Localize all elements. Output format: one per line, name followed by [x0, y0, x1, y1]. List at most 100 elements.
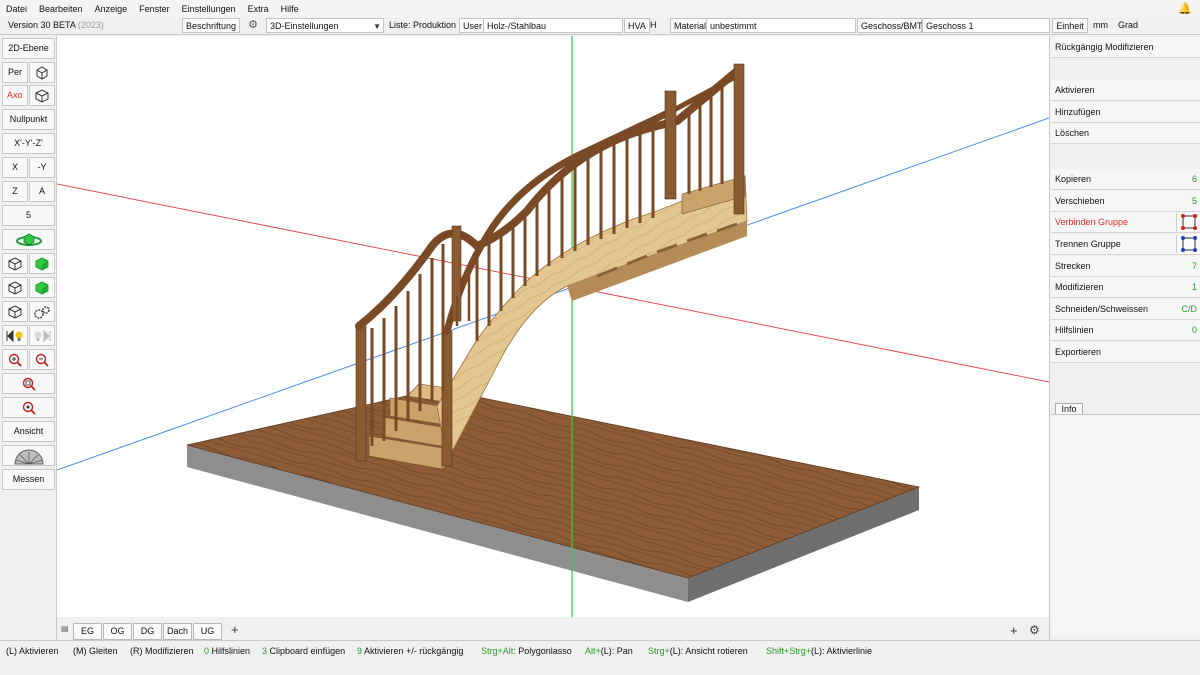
- view-5-button[interactable]: 5: [2, 205, 55, 226]
- 3d-viewport[interactable]: [57, 36, 1049, 617]
- protractor-icon[interactable]: [2, 445, 55, 466]
- x-view-button[interactable]: X: [2, 157, 28, 178]
- left-tool-panel: 2D-Ebene Per Axo Nullpunkt X'-Y'-Z' X -Y…: [0, 36, 57, 640]
- unit-angle: Grad: [1118, 20, 1139, 30]
- action-exportieren[interactable]: Exportieren: [1051, 342, 1200, 363]
- hint-aktivieren: (L) Aktivieren: [6, 646, 59, 656]
- wireframe-cube-2-icon[interactable]: [2, 277, 28, 298]
- hint-aktivierlinie: Shift+Strg+(L): Aktivierlinie: [766, 646, 873, 656]
- action-modifizieren[interactable]: Modifizieren 1: [1051, 277, 1200, 298]
- action-shortcut: 7: [1191, 261, 1197, 271]
- rotate-view-icon[interactable]: [2, 229, 55, 250]
- info-panel: [1051, 414, 1200, 636]
- material-value-field[interactable]: unbestimmt: [706, 18, 856, 33]
- solid-green-cube-icon[interactable]: [29, 253, 55, 274]
- action-label: Hilfslinien: [1055, 325, 1094, 335]
- solid-green-cube-2-icon[interactable]: [29, 277, 55, 298]
- action-shortcut: 1: [1191, 282, 1197, 292]
- status-bar: (L) Aktivieren (M) Gleiten (R) Modifizie…: [0, 640, 1200, 675]
- wireframe-cube-icon[interactable]: [2, 253, 28, 274]
- tab-ug[interactable]: UG: [193, 623, 222, 640]
- hint-clipboard: 3 Clipboard einfügen: [262, 646, 346, 656]
- tab-dg[interactable]: DG: [133, 623, 162, 640]
- menu-einstellungen[interactable]: Einstellungen: [182, 4, 236, 14]
- gear-icon[interactable]: ⚙: [1029, 623, 1040, 637]
- zoom-all-icon[interactable]: [2, 397, 55, 418]
- perspective-cube-icon[interactable]: [29, 62, 55, 83]
- floor-tabs-bar: ▤ EG OG DG Dach UG + + ⚙: [57, 622, 1049, 640]
- neg-y-view-button[interactable]: -Y: [29, 157, 55, 178]
- liste-label[interactable]: Liste: Produktion: [387, 18, 458, 33]
- a-view-button[interactable]: A: [29, 181, 55, 202]
- ansicht-button[interactable]: Ansicht: [2, 421, 55, 442]
- beschriftung-button[interactable]: Beschriftung: [182, 18, 240, 33]
- tab-dach[interactable]: Dach: [163, 623, 192, 640]
- menu-anzeige[interactable]: Anzeige: [95, 4, 128, 14]
- hint-aktivieren-undo: 9 Aktivieren +/- rückgängig: [357, 646, 464, 656]
- floor-slab: [186, 388, 921, 602]
- unit-length: mm: [1093, 20, 1108, 30]
- view-settings-value: 3D-Einstellungen: [270, 21, 339, 31]
- axo-button[interactable]: Axo: [2, 85, 28, 106]
- add-tab-icon[interactable]: +: [231, 622, 239, 637]
- hint-modifizieren: (R) Modifizieren: [130, 646, 194, 656]
- next-light-icon[interactable]: [29, 325, 55, 346]
- tabs-menu-icon[interactable]: ▤: [61, 624, 69, 633]
- bell-icon[interactable]: 🔔: [1178, 2, 1192, 15]
- menu-fenster[interactable]: Fenster: [139, 4, 170, 14]
- einheit-button[interactable]: Einheit: [1052, 18, 1088, 33]
- action-loeschen[interactable]: Löschen: [1051, 123, 1200, 144]
- perspective-button[interactable]: Per: [2, 62, 28, 83]
- hint-hilfslinien: 0 Hilfslinien: [204, 646, 251, 656]
- action-label: Verschieben: [1055, 196, 1105, 206]
- zoom-window-icon[interactable]: [2, 373, 55, 394]
- action-hilfslinien[interactable]: Hilfslinien 0: [1051, 320, 1200, 341]
- messen-button[interactable]: Messen: [2, 469, 55, 490]
- plus-icon[interactable]: +: [1010, 623, 1018, 638]
- action-label: Löschen: [1055, 128, 1090, 138]
- right-action-panel: Rückgängig Modifizieren Aktivieren Hinzu…: [1049, 36, 1200, 640]
- action-undo-modify[interactable]: Rückgängig Modifizieren: [1051, 37, 1200, 58]
- group-split-icon[interactable]: [1176, 235, 1200, 253]
- zoom-in-icon[interactable]: [2, 349, 28, 370]
- action-verschieben[interactable]: Verschieben 5: [1051, 191, 1200, 212]
- gears-icon[interactable]: [29, 301, 55, 322]
- z-view-button[interactable]: Z: [2, 181, 28, 202]
- version-text: Version 30 BETA: [8, 20, 76, 30]
- menu-bearbeiten[interactable]: Bearbeiten: [39, 4, 83, 14]
- top-toolbar: Version 30 BETA (2023) Beschriftung ⚙​ 3…: [0, 17, 1200, 35]
- material-type-field[interactable]: Holz-/Stahlbau: [483, 18, 623, 33]
- zoom-out-icon[interactable]: [29, 349, 55, 370]
- h-label: H: [650, 20, 657, 30]
- action-strecken[interactable]: Strecken 7: [1051, 256, 1200, 277]
- nullpunkt-button[interactable]: Nullpunkt: [2, 109, 55, 130]
- xyz-button[interactable]: X'-Y'-Z': [2, 133, 55, 154]
- tab-eg[interactable]: EG: [73, 623, 102, 640]
- axo-cube-icon[interactable]: [29, 85, 55, 106]
- chevron-down-icon: ▼: [373, 22, 381, 31]
- menu-hilfe[interactable]: Hilfe: [281, 4, 299, 14]
- menu-extra[interactable]: Extra: [248, 4, 269, 14]
- user-button[interactable]: User: [459, 18, 487, 33]
- wireframe-cube-3-icon[interactable]: [2, 301, 28, 322]
- tab-og[interactable]: OG: [103, 623, 132, 640]
- hva-button[interactable]: HVA: [624, 18, 650, 33]
- 2d-ebene-button[interactable]: 2D-Ebene: [2, 38, 55, 59]
- action-verbinden-gruppe[interactable]: Verbinden Gruppe: [1051, 212, 1200, 233]
- prev-light-icon[interactable]: [2, 325, 28, 346]
- action-shortcut: 0: [1191, 325, 1197, 335]
- action-hinzufuegen[interactable]: Hinzufügen: [1051, 102, 1200, 123]
- action-trennen-gruppe[interactable]: Trennen Gruppe: [1051, 234, 1200, 255]
- gear-icon[interactable]: ⚙​: [243, 18, 263, 33]
- geschoss-value-field[interactable]: Geschoss 1: [922, 18, 1050, 33]
- action-schneiden-schweissen[interactable]: Schneiden/Schweissen C/D: [1051, 299, 1200, 320]
- view-settings-select[interactable]: 3D-Einstellungen ▼: [266, 18, 384, 33]
- material-button[interactable]: Material: [670, 18, 711, 33]
- menu-datei[interactable]: Datei: [6, 4, 27, 14]
- action-aktivieren[interactable]: Aktivieren: [1051, 80, 1200, 101]
- geschoss-button[interactable]: Geschoss/BMT: [857, 18, 923, 33]
- action-label: Verbinden Gruppe: [1055, 217, 1129, 227]
- action-label: Modifizieren: [1055, 282, 1104, 292]
- action-kopieren[interactable]: Kopieren 6: [1051, 169, 1200, 190]
- group-connect-icon[interactable]: [1176, 213, 1200, 231]
